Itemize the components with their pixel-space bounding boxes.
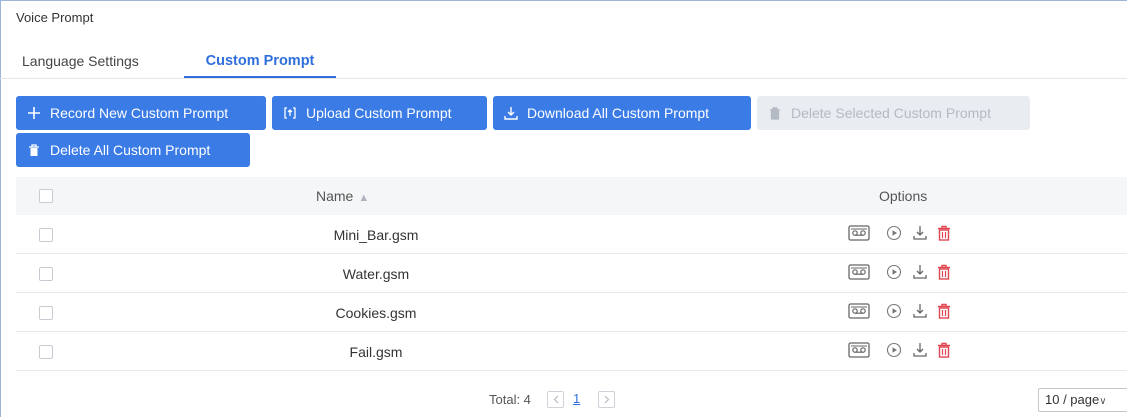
select-all-checkbox[interactable]: [39, 189, 53, 203]
trash-icon[interactable]: [937, 303, 951, 319]
next-page-button[interactable]: [598, 391, 615, 408]
prompt-name: Mini_Bar.gsm: [333, 227, 419, 243]
voicemail-icon[interactable]: [848, 342, 870, 358]
download-icon[interactable]: [912, 264, 928, 280]
page-number-current[interactable]: 1: [573, 391, 580, 406]
upload-custom-prompt-button[interactable]: Upload Custom Prompt: [272, 96, 487, 130]
plus-icon: [26, 105, 42, 121]
table-header: Name ▲︎ Options: [16, 177, 1127, 215]
page-size-value: 10 / page: [1045, 392, 1100, 407]
page-size-select[interactable]: 10 / page∨: [1038, 388, 1127, 412]
table-row: Fail.gsm: [16, 332, 1127, 371]
table-row: Water.gsm: [16, 254, 1127, 293]
chevron-right-icon: [604, 395, 609, 404]
tabs-divider: [0, 78, 1127, 79]
download-icon: [503, 105, 519, 121]
play-icon[interactable]: [886, 264, 902, 280]
upload-icon: [282, 105, 298, 121]
record-new-custom-prompt-button[interactable]: Record New Custom Prompt: [16, 96, 266, 130]
download-all-button-label: Download All Custom Prompt: [527, 105, 710, 121]
delete-all-custom-prompt-button[interactable]: Delete All Custom Prompt: [16, 133, 250, 167]
prompt-name: Fail.gsm: [349, 344, 403, 360]
play-icon[interactable]: [886, 303, 902, 319]
custom-prompt-table: Name ▲︎ Options Mini_Bar.gsm Water.gsm Co…: [16, 177, 1127, 371]
options-column-header: Options: [879, 188, 928, 204]
voicemail-icon[interactable]: [848, 225, 870, 241]
voicemail-icon[interactable]: [848, 264, 870, 280]
row-options: [848, 262, 951, 282]
play-icon[interactable]: [886, 342, 902, 358]
sort-icon[interactable]: ▲︎: [358, 192, 369, 204]
pagination: Total: 4 1 10 / page∨: [0, 388, 1127, 412]
prompt-name: Water.gsm: [342, 266, 410, 282]
download-icon[interactable]: [912, 225, 928, 241]
tab-language-settings[interactable]: Language Settings: [22, 50, 139, 78]
delete-selected-button-label: Delete Selected Custom Prompt: [791, 105, 991, 121]
row-options: [848, 223, 951, 243]
delete-selected-custom-prompt-button[interactable]: Delete Selected Custom Prompt: [757, 96, 1030, 130]
download-icon[interactable]: [912, 303, 928, 319]
trash-icon[interactable]: [937, 225, 951, 241]
trash-icon[interactable]: [937, 342, 951, 358]
page-title: Voice Prompt: [16, 10, 94, 25]
chevron-down-icon: ∨: [1099, 396, 1107, 407]
name-column-header[interactable]: Name ▲︎: [316, 188, 369, 204]
tab-custom-prompt[interactable]: Custom Prompt: [184, 50, 336, 78]
row-options: [848, 340, 951, 360]
prompt-name: Cookies.gsm: [335, 305, 417, 321]
previous-page-button[interactable]: [547, 391, 564, 408]
row-checkbox[interactable]: [39, 345, 53, 359]
name-column-label: Name: [316, 188, 354, 204]
table-row: Mini_Bar.gsm: [16, 215, 1127, 254]
chevron-left-icon: [553, 395, 558, 404]
delete-all-button-label: Delete All Custom Prompt: [50, 142, 211, 158]
upload-button-label: Upload Custom Prompt: [306, 105, 452, 121]
row-checkbox[interactable]: [39, 228, 53, 242]
trash-icon: [26, 142, 42, 158]
download-icon[interactable]: [912, 342, 928, 358]
record-button-label: Record New Custom Prompt: [50, 105, 229, 121]
trash-icon: [767, 105, 783, 121]
tab-custom-prompt-label: Custom Prompt: [205, 53, 315, 69]
row-options: [848, 301, 951, 321]
download-all-custom-prompt-button[interactable]: Download All Custom Prompt: [493, 96, 751, 130]
row-checkbox[interactable]: [39, 267, 53, 281]
total-count: Total: 4: [489, 392, 531, 407]
tab-bar: Language Settings Custom Prompt: [0, 50, 1127, 78]
play-icon[interactable]: [886, 225, 902, 241]
trash-icon[interactable]: [937, 264, 951, 280]
table-row: Cookies.gsm: [16, 293, 1127, 332]
row-checkbox[interactable]: [39, 306, 53, 320]
voicemail-icon[interactable]: [848, 303, 870, 319]
